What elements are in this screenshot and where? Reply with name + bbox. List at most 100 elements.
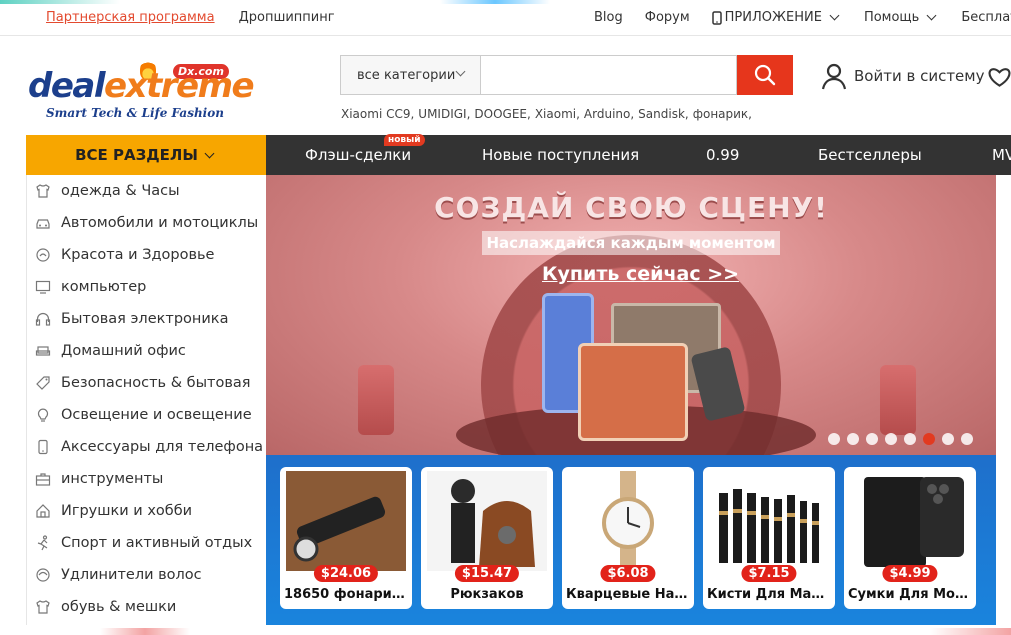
- sidebar-item-tools[interactable]: инструменты: [27, 463, 266, 495]
- carousel-dot[interactable]: [866, 433, 878, 445]
- brushes-image: [709, 471, 829, 571]
- app-menu[interactable]: ПРИЛОЖЕНИЕ: [711, 10, 842, 25]
- help-menu[interactable]: Помощь: [864, 10, 939, 25]
- blog-label: Blog: [594, 10, 623, 25]
- search-button[interactable]: [737, 55, 794, 95]
- top-decoration: [440, 0, 550, 4]
- hair-icon: [36, 568, 50, 582]
- free-shipping-link[interactable]: Бесплатная д: [961, 10, 1011, 25]
- carousel-dot[interactable]: [885, 433, 897, 445]
- nav-new-arrivals[interactable]: Новые поступления: [482, 146, 639, 164]
- sidebar-item-clothing[interactable]: одежда & Часы: [27, 175, 266, 207]
- sidebar-item-auto[interactable]: Автомобили и мотоциклы: [27, 207, 266, 239]
- deal-card[interactable]: $4.99 Сумки Для Моби...: [844, 467, 976, 609]
- chevron-down-icon: [829, 10, 840, 21]
- login-label: Войти в систему: [854, 67, 985, 85]
- category-select-label: все категории: [357, 67, 456, 83]
- deal-card[interactable]: $15.47 Рюкзаков: [421, 467, 553, 609]
- mobile-icon: [711, 10, 722, 25]
- partner-program-link[interactable]: Партнерская программа: [46, 10, 215, 25]
- all-sections-label: ВСЕ РАЗДЕЛЫ: [75, 146, 198, 164]
- hot-search-terms: Xiaomi CC9, UMIDIGI, DOOGEE, Xiaomi, Ard…: [341, 107, 752, 121]
- wishlist-button[interactable]: [988, 66, 1011, 92]
- banner-headline: СОЗДАЙ СВОЮ СЦЕНУ!: [434, 191, 828, 224]
- search-icon: [754, 64, 776, 86]
- sidebar-item-beauty[interactable]: Красота и Здоровье: [27, 239, 266, 271]
- site-logo[interactable]: Dx.com dealextreme Smart Tech & Life Fas…: [28, 60, 255, 124]
- carousel-dot[interactable]: [847, 433, 859, 445]
- hot-term[interactable]: Xiaomi,: [535, 107, 580, 121]
- gramophone-image: [880, 365, 916, 435]
- hot-term[interactable]: Sandisk,: [638, 107, 689, 121]
- dropshipping-link[interactable]: Дропшиппинг: [239, 10, 335, 25]
- hot-term[interactable]: фонарик,: [693, 107, 752, 121]
- sidebar-item-computer[interactable]: компьютер: [27, 271, 266, 303]
- sidebar-item-shoes-bags[interactable]: обувь & мешки: [27, 591, 266, 623]
- hot-term[interactable]: Arduino,: [584, 107, 634, 121]
- carousel-dot[interactable]: [961, 433, 973, 445]
- sidebar-item-label: Аксессуары для телефона: [61, 439, 264, 455]
- chevron-down-icon: [455, 66, 466, 77]
- forum-label: Форум: [644, 10, 690, 25]
- search-input[interactable]: [479, 55, 738, 95]
- hot-term[interactable]: Xiaomi CC9,: [341, 107, 414, 121]
- bottom-decoration: [930, 628, 1011, 635]
- forum-link[interactable]: Форум: [645, 10, 690, 25]
- sidebar-item-toys[interactable]: Игрушки и хобби: [27, 495, 266, 527]
- sidebar-item-lighting[interactable]: Освещение и освещение: [27, 399, 266, 431]
- logo-wordmark: dealextreme: [28, 66, 255, 106]
- sidebar-item-electronics[interactable]: Бытовая электроника: [27, 303, 266, 335]
- carousel-dot[interactable]: [942, 433, 954, 445]
- nav-bestsellers[interactable]: Бестселлеры: [818, 146, 922, 164]
- deal-card[interactable]: $24.06 18650 фонарик...: [280, 467, 412, 609]
- deal-card[interactable]: $7.15 Кисти Для Мак...: [703, 467, 835, 609]
- sidebar-item-label: Домашний офис: [61, 343, 186, 359]
- flashlight-image: [286, 471, 406, 571]
- category-sidebar: одежда & Часы Автомобили и мотоциклы Кра…: [26, 175, 266, 625]
- nav-099[interactable]: 0.99: [706, 146, 739, 164]
- logo-tagline: Smart Tech & Life Fashion: [46, 106, 224, 120]
- monitor-icon: [35, 280, 51, 294]
- blog-link[interactable]: Blog: [594, 10, 623, 25]
- hero-banner[interactable]: СОЗДАЙ СВОЮ СЦЕНУ! Наслаждайся каждым мо…: [266, 175, 996, 455]
- category-select[interactable]: все категории: [340, 55, 480, 95]
- free-shipping-label: Бесплатная д: [961, 10, 1011, 25]
- sofa-icon: [35, 346, 51, 356]
- house-icon: [36, 504, 50, 518]
- top-bar: Партнерская программа Дропшиппинг Blog Ф…: [0, 0, 1011, 36]
- sidebar-item-hair[interactable]: Удлинители волос: [27, 559, 266, 591]
- guitar-pedal-image: [578, 343, 688, 441]
- sidebar-item-sports[interactable]: Спорт и активный отдых: [27, 527, 266, 559]
- sidebar-item-phone-accessories[interactable]: Аксессуары для телефона: [27, 431, 266, 463]
- app-label: ПРИЛОЖЕНИЕ: [724, 10, 822, 25]
- nav-mv[interactable]: MV: [992, 146, 1011, 164]
- deal-card[interactable]: $6.08 Кварцевые Нар...: [562, 467, 694, 609]
- watch-image: [568, 471, 688, 571]
- beauty-icon: [36, 248, 50, 262]
- nav-flash-deals[interactable]: Флэш-сделки: [305, 146, 411, 164]
- phone-icon: [38, 439, 48, 455]
- bulb-icon: [37, 408, 49, 422]
- deal-price: $24.06: [313, 565, 379, 582]
- carousel-dot[interactable]: [904, 433, 916, 445]
- deal-name: Кисти Для Мак...: [707, 587, 835, 602]
- sidebar-item-security[interactable]: Безопасность & бытовая: [27, 367, 266, 399]
- hot-term[interactable]: DOOGEE,: [474, 107, 530, 121]
- top-decoration: [0, 0, 120, 4]
- carousel-dot[interactable]: [828, 433, 840, 445]
- banner-shop-now-link[interactable]: Купить сейчас >>: [542, 263, 739, 285]
- sidebar-item-label: Освещение и освещение: [61, 407, 252, 423]
- sidebar-item-home-office[interactable]: Домашний офис: [27, 335, 266, 367]
- banner-subtitle: Наслаждайся каждым моментом: [482, 231, 780, 255]
- main-nav: ВСЕ РАЗДЕЛЫ новый Флэш-сделки Новые пост…: [26, 134, 1011, 175]
- login-link[interactable]: Войти в систему: [820, 62, 984, 90]
- logo-extreme: extreme: [104, 66, 255, 106]
- bag-icon: [36, 600, 50, 614]
- hot-term[interactable]: UMIDIGI,: [418, 107, 470, 121]
- deal-name: Рюкзаков: [450, 587, 524, 602]
- sidebar-item-label: обувь & мешки: [61, 599, 177, 615]
- all-sections-button[interactable]: ВСЕ РАЗДЕЛЫ: [26, 135, 266, 175]
- deal-name: Сумки Для Моби...: [848, 587, 976, 602]
- carousel-dot-active[interactable]: [923, 433, 935, 445]
- chevron-down-icon: [204, 148, 215, 158]
